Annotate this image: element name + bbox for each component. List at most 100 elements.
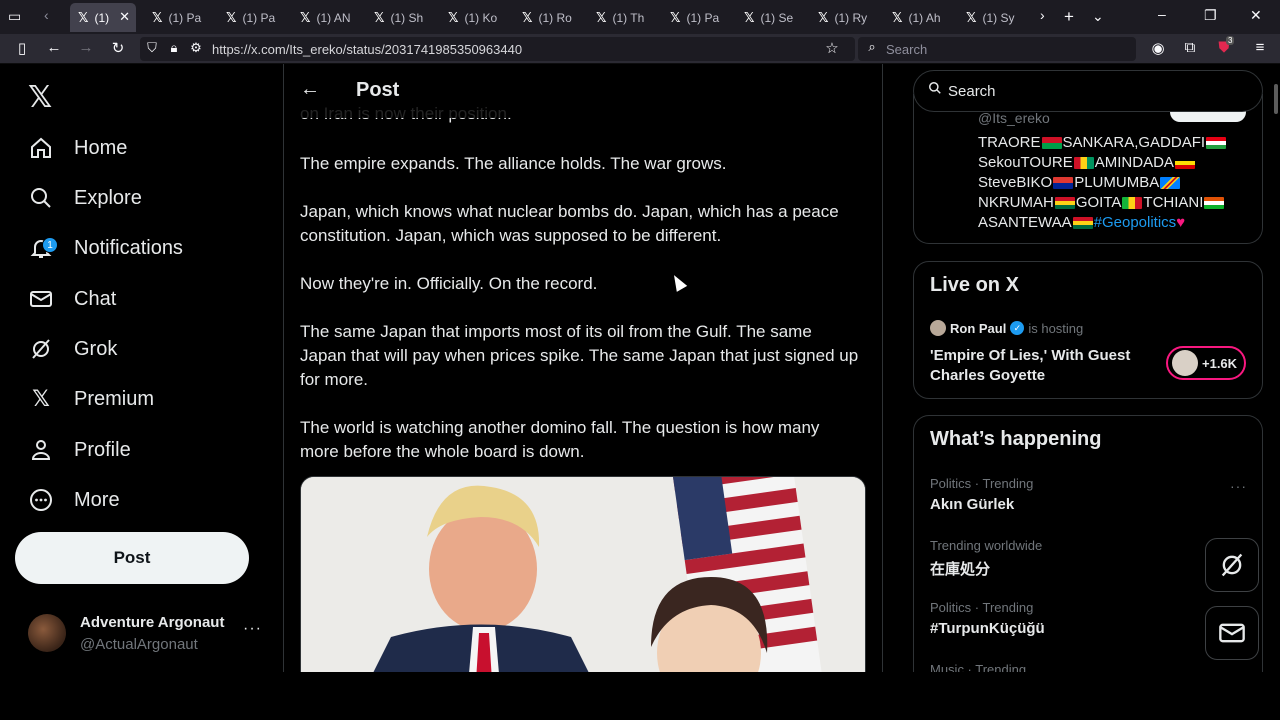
trend-item[interactable]: Trending worldwide 在庫処分 [930,538,1042,579]
reload-icon[interactable]: ↻ [108,39,128,57]
flag-icon [1073,157,1094,170]
notification-badge: 1 [42,237,58,253]
grok-fab-icon[interactable] [1205,538,1259,592]
minimize-icon[interactable]: – [1158,6,1166,22]
nav-chat[interactable]: Chat [28,279,116,319]
x-favicon-icon: 𝕏 [300,9,311,25]
space-title[interactable]: 'Empire Of Lies,' With Guest Charles Goy… [930,346,1150,386]
post-paragraph: Now they're in. Officially. On the recor… [300,274,598,293]
flag-icon [1122,197,1143,210]
restore-icon[interactable]: ❐ [1204,7,1217,24]
new-tab-icon[interactable]: + [1064,7,1074,27]
search-icon [928,81,942,98]
tab-label: (1) Pa [168,10,202,25]
tab[interactable]: 𝕏 (1) Ah [884,3,948,32]
flag-icon [1041,137,1062,150]
forward-icon[interactable]: → [76,39,96,56]
account-icon[interactable]: ◉ [1148,39,1168,57]
bio-text: SteveBIKO [978,174,1053,191]
tab[interactable]: 𝕏 (1) Pa [662,3,726,32]
messages-fab-icon[interactable] [1205,606,1259,660]
tab[interactable]: 𝕏 (1) Th [588,3,652,32]
flag-icon [1072,217,1093,230]
x-favicon-icon: 𝕏 [744,9,755,25]
flag-icon [1053,177,1074,190]
tab[interactable]: 𝕏 (1) Ro [514,3,578,32]
nav-grok-label: Grok [74,337,118,360]
menu-icon[interactable]: ≡ [1250,39,1270,56]
browser-search-field[interactable]: ⌕ Search [858,37,1136,61]
trend-more-icon[interactable]: ··· [1230,478,1247,494]
bell-icon: 1 [28,235,58,261]
tab[interactable]: 𝕏 (1) AN [292,3,356,32]
tab-label: (1) Sh [390,10,424,25]
nav-explore-label: Explore [74,186,142,209]
host-name: Ron Paul [950,320,1007,336]
bio-line: ASANTEWAA #Geopolitics♥ [978,214,1185,231]
trend-item[interactable]: Music · Trending [930,662,1026,672]
close-tab-icon[interactable]: ✕ [119,9,130,25]
more-horizontal-icon[interactable]: ··· [243,620,262,638]
flag-icon [1054,197,1075,210]
permissions-icon[interactable]: ⚙ [186,40,206,56]
back-icon[interactable]: ← [44,39,64,56]
listener-avatar [1172,350,1198,376]
search-input[interactable]: Search [913,70,1263,112]
trend-item[interactable]: Politics · Trending Akın Gürlek [930,476,1033,513]
tab[interactable]: 𝕏 (1) Pa [218,3,282,32]
sidebar-toggle-icon[interactable]: ▯ [12,39,32,57]
lock-icon[interactable]: 🔒︎ [164,40,184,56]
trend-item[interactable]: Politics · Trending #TurpunKüçüğü [930,600,1045,637]
person-icon [28,437,54,463]
nav-grok[interactable]: Grok [28,329,117,369]
back-arrow-icon[interactable]: ← [300,78,320,101]
tab[interactable]: 𝕏 (1) Ry [810,3,874,32]
post-button[interactable]: Post [15,532,249,584]
close-window-icon[interactable]: ✕ [1250,7,1262,24]
x-logo-icon[interactable]: 𝕏 [28,80,52,115]
listener-count: +1.6K [1202,355,1238,371]
trend-meta: Trending worldwide [930,538,1043,553]
nav-more-label: More [74,488,120,511]
nav-home[interactable]: Home [28,128,127,168]
tab[interactable]: 𝕏 (1) Pa [144,3,208,32]
tab-label: (1) Se [760,10,794,25]
verified-badge-icon: ✓ [1010,321,1025,335]
extensions-icon[interactable]: ⧉ [1180,39,1200,56]
tab[interactable]: 𝕏 (1) Se [736,3,800,32]
post-paragraph: The world is watching another domino fal… [300,418,820,461]
bottom-bar [0,672,1280,720]
account-switcher[interactable]: Adventure Argonaut @ActualArgonaut ··· [28,610,268,654]
bookmark-star-icon[interactable]: ☆ [822,39,842,57]
page-scrollbar[interactable] [1274,84,1278,114]
browser-search-placeholder: Search [886,42,928,57]
tab-scroll-right-icon[interactable]: › [1040,7,1045,23]
nav-profile[interactable]: Profile [28,430,131,470]
nav-explore[interactable]: Explore [28,178,142,218]
tab[interactable]: 𝕏 (1) Sy [958,3,1022,32]
grok-icon [28,336,54,362]
host-row[interactable]: Ron Paul ✓ is hosting [930,320,1083,336]
tab-active[interactable]: 𝕏 (1) ✕ [70,3,136,32]
tab-scroll-left-icon[interactable]: ‹ [44,7,49,23]
nav-premium[interactable]: 𝕏 Premium [28,379,154,419]
search-icon [28,185,54,211]
tab[interactable]: 𝕏 (1) Ko [440,3,504,32]
hashtag-link[interactable]: #Geopolitics [1094,214,1177,231]
tab-label: (1) AN [316,10,351,25]
shield-icon[interactable]: ⛉ [142,40,162,56]
trend-meta: Music · Trending [930,662,1027,672]
tab-list-icon[interactable]: ▭ [8,8,21,25]
nav-notifications[interactable]: 1 Notifications [28,228,183,268]
mail-icon [28,286,54,312]
tab[interactable]: 𝕏 (1) Sh [366,3,430,32]
tab-label: (1) Pa [686,10,720,25]
profile-card: @Its_ereko TRAORE SANKARA,GADDAFI SekouTO… [913,94,1263,244]
address-bar[interactable]: ⛉ 🔒︎ ⚙ https://x.com/Its_ereko/status/20… [140,37,855,61]
tab-list-dropdown-icon[interactable]: ⌄ [1092,8,1104,25]
listeners-pill[interactable]: +1.6K [1166,346,1246,380]
home-icon [28,135,54,161]
nav-more[interactable]: More [28,480,120,520]
post-media-image[interactable] [300,476,866,672]
tab-label: (1) [94,10,110,25]
